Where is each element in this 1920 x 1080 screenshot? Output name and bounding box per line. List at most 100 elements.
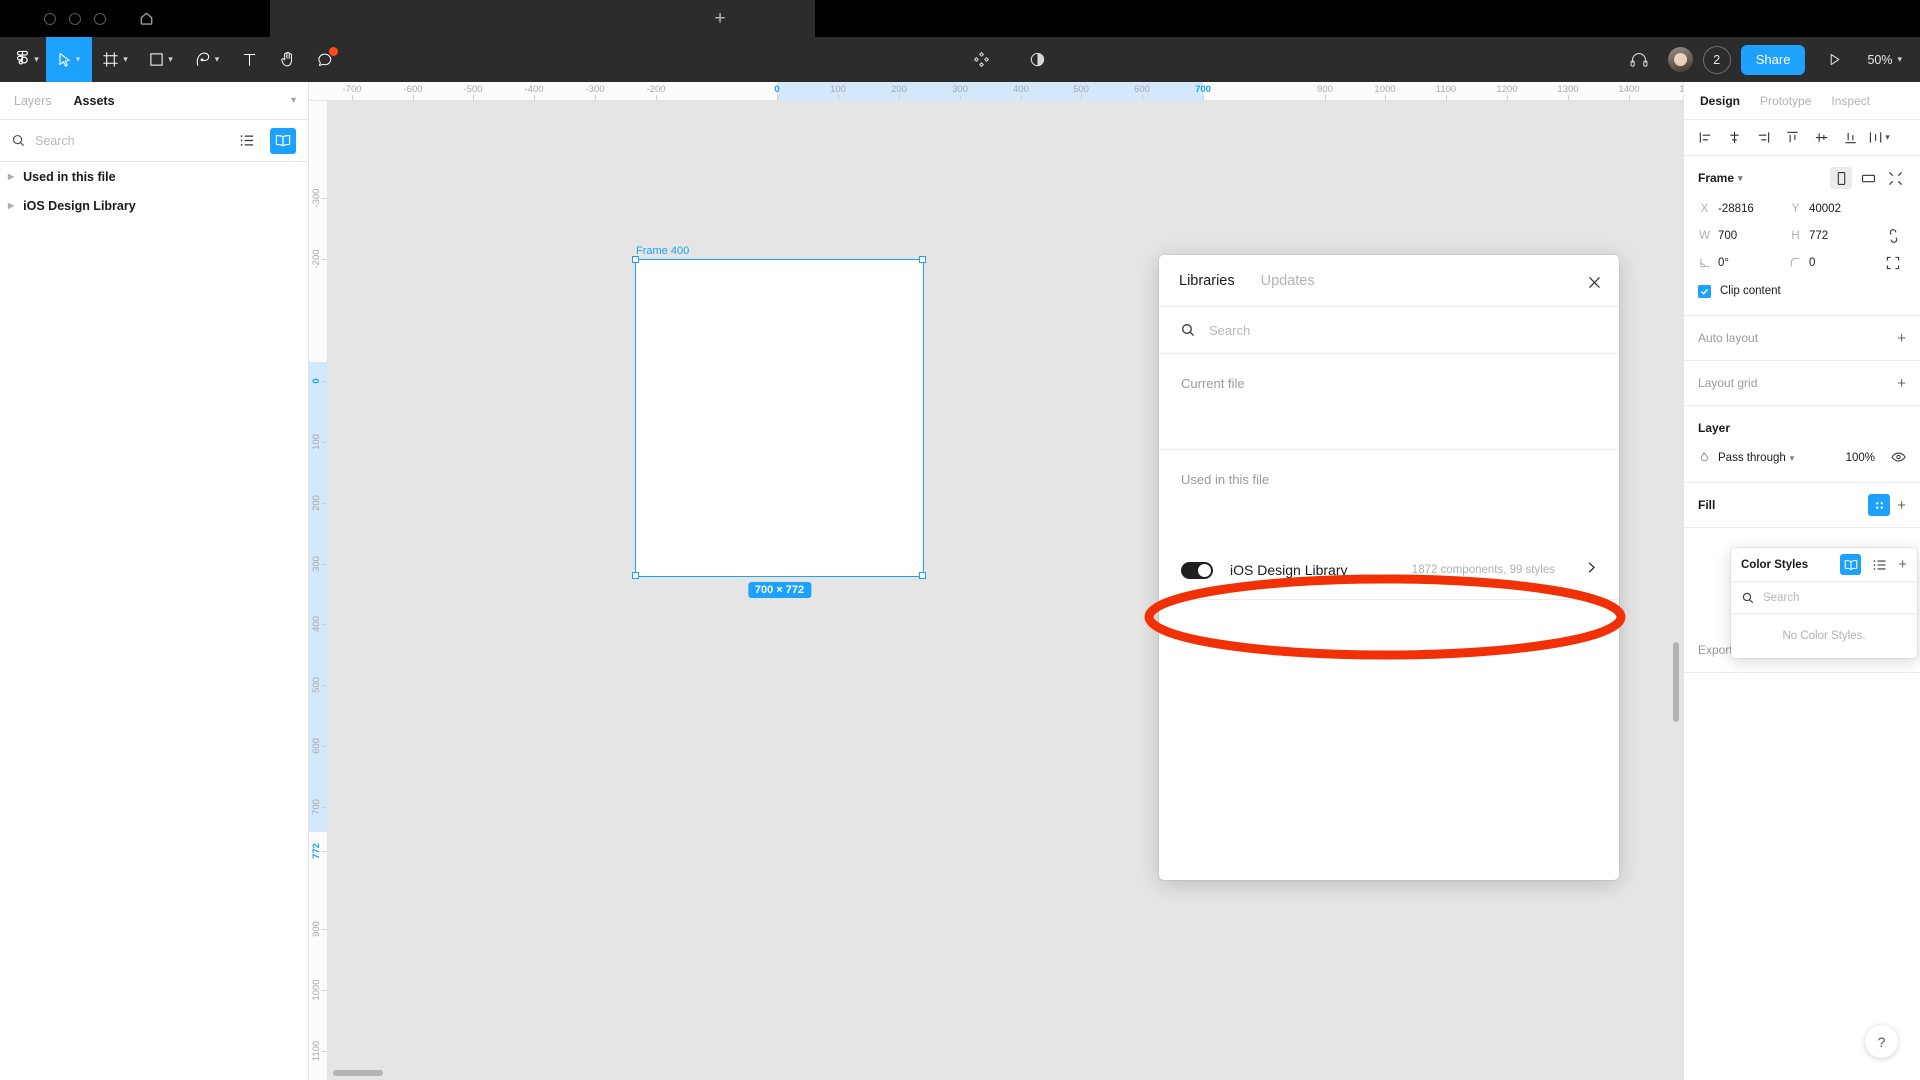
align-vertical-center-icon[interactable] <box>1808 125 1834 151</box>
new-tab-button[interactable]: + <box>700 0 740 37</box>
rotation-field[interactable]: 0° <box>1698 250 1785 275</box>
chevron-down-icon[interactable]: ▾ <box>1897 55 1902 64</box>
tab-layers[interactable]: Layers <box>14 94 52 108</box>
resize-to-fit-icon[interactable] <box>1884 167 1906 189</box>
close-window-button[interactable] <box>44 12 56 25</box>
minimize-window-button[interactable] <box>69 12 81 25</box>
list-view-icon[interactable] <box>1869 554 1890 575</box>
library-enable-toggle[interactable] <box>1181 561 1213 579</box>
frame-section-header: Frame ▾ <box>1698 166 1906 190</box>
align-left-icon[interactable] <box>1692 125 1718 151</box>
text-tool[interactable] <box>230 37 268 82</box>
share-button[interactable]: Share <box>1740 44 1806 75</box>
color-styles-search-row[interactable]: Search <box>1731 582 1917 614</box>
chevron-down-icon[interactable]: ▾ <box>215 55 220 64</box>
avatar[interactable] <box>1667 47 1693 72</box>
ruler-tick-label: 700 <box>1195 84 1211 95</box>
headphones-icon[interactable] <box>1620 37 1658 82</box>
tab-assets[interactable]: Assets <box>74 94 115 108</box>
style-grid-icon[interactable] <box>1868 494 1891 516</box>
add-auto-layout-button[interactable]: + <box>1897 331 1906 346</box>
horizontal-ruler[interactable]: -700 -600 -500 -400 -300 -200 0 100 200 300 400 500… <box>309 82 1683 101</box>
color-styles-search-input[interactable]: Search <box>1763 592 1799 604</box>
window-controls[interactable] <box>44 12 106 25</box>
tab-inspect[interactable]: Inspect <box>1831 94 1870 108</box>
hand-tool[interactable] <box>268 37 306 82</box>
asset-section-used-in-this-file[interactable]: ▶ Used in this file <box>0 162 308 191</box>
add-fill-button[interactable]: + <box>1897 498 1906 513</box>
assets-search-input[interactable]: Search <box>35 134 224 148</box>
help-button[interactable]: ? <box>1865 1025 1898 1058</box>
vertical-ruler[interactable]: -300 -200 0 100 200 300 400 500 600 700 772 900 1000… <box>309 101 328 1080</box>
eye-icon[interactable] <box>1891 451 1906 466</box>
y-field[interactable]: Y 40002 <box>1789 196 1876 221</box>
zoom-level-control[interactable]: 50% ▾ <box>1867 53 1902 67</box>
align-top-icon[interactable] <box>1779 125 1805 151</box>
libraries-search-input[interactable]: Search <box>1209 323 1250 338</box>
chevron-down-icon[interactable]: ▾ <box>123 55 128 64</box>
tab-design[interactable]: Design <box>1700 94 1740 108</box>
blend-mode-select[interactable]: Pass through ▾ <box>1718 452 1838 464</box>
vertical-scrollbar[interactable] <box>1673 642 1679 722</box>
distribute-icon[interactable]: ▾ <box>1866 125 1892 151</box>
clip-content-checkbox[interactable] <box>1698 284 1711 298</box>
tab-strip[interactable]: + <box>270 0 815 37</box>
ruler-tick-label: -200 <box>311 249 322 269</box>
components-icon[interactable] <box>962 37 1000 82</box>
portrait-orientation-icon[interactable] <box>1830 167 1852 189</box>
list-view-button[interactable] <box>234 128 260 154</box>
ruler-tick-mark <box>1446 95 1447 100</box>
horizontal-scrollbar[interactable] <box>333 1070 383 1076</box>
frame-label[interactable]: Frame 400 <box>636 245 689 257</box>
chevron-down-icon[interactable]: ▾ <box>168 55 173 64</box>
height-field[interactable]: H 772 <box>1789 223 1876 248</box>
close-icon[interactable] <box>1583 271 1605 293</box>
chevron-down-icon[interactable]: ▾ <box>34 55 39 64</box>
resize-handle-bottom-left[interactable] <box>632 572 639 579</box>
chevron-down-icon[interactable]: ▾ <box>1738 173 1743 183</box>
chevron-right-icon[interactable] <box>1586 561 1597 579</box>
add-layout-grid-button[interactable]: + <box>1897 376 1906 391</box>
tab-prototype[interactable]: Prototype <box>1760 94 1811 108</box>
play-icon[interactable] <box>1815 37 1853 82</box>
align-right-icon[interactable] <box>1750 125 1776 151</box>
tab-libraries[interactable]: Libraries <box>1179 273 1235 289</box>
frame-selection[interactable]: Frame 400 700 × 772 <box>632 245 926 598</box>
independent-corners-icon[interactable] <box>1880 250 1906 275</box>
chevron-down-icon[interactable]: ▾ <box>76 55 81 64</box>
align-bottom-icon[interactable] <box>1837 125 1863 151</box>
contrast-icon[interactable] <box>1018 37 1056 82</box>
move-tool[interactable]: ▾ <box>46 37 92 82</box>
corner-radius-field[interactable]: 0 <box>1789 250 1876 275</box>
landscape-orientation-icon[interactable] <box>1857 167 1879 189</box>
resize-handle-top-left[interactable] <box>632 256 639 263</box>
frame-tool[interactable]: ▾ <box>92 37 138 82</box>
shape-tool[interactable]: ▾ <box>138 37 184 82</box>
add-color-style-button[interactable]: + <box>1898 557 1907 572</box>
resize-handle-top-right[interactable] <box>919 256 926 263</box>
comment-tool[interactable] <box>306 37 344 82</box>
align-horizontal-center-icon[interactable] <box>1721 125 1747 151</box>
libraries-search-row[interactable]: Search <box>1159 307 1619 354</box>
grid-view-button[interactable] <box>270 127 296 154</box>
maximize-window-button[interactable] <box>94 12 106 25</box>
home-icon[interactable] <box>139 11 154 26</box>
pen-tool[interactable]: ▾ <box>184 37 230 82</box>
width-field[interactable]: W 700 <box>1698 223 1785 248</box>
collaborator-count-badge[interactable]: 2 <box>1702 45 1731 74</box>
frame-400[interactable] <box>635 259 924 577</box>
chevron-down-icon[interactable]: ▾ <box>291 95 296 106</box>
layer-opacity-value[interactable]: 100% <box>1846 452 1875 464</box>
clip-content-row[interactable]: Clip content <box>1698 277 1906 305</box>
chevron-down-icon[interactable]: ▾ <box>1885 133 1890 142</box>
resize-handle-bottom-right[interactable] <box>919 572 926 579</box>
chevron-down-icon[interactable]: ▾ <box>1790 453 1795 463</box>
constrain-proportions-icon[interactable] <box>1880 223 1906 248</box>
x-field[interactable]: X -28816 <box>1698 196 1785 221</box>
library-row-ios-design-library[interactable]: iOS Design Library 1872 components, 99 s… <box>1159 548 1619 592</box>
library-book-icon[interactable] <box>1840 554 1862 575</box>
layer-section-title: Layer <box>1698 421 1731 435</box>
asset-section-ios-design-library[interactable]: ▶ iOS Design Library <box>0 191 308 220</box>
figma-logo-icon[interactable]: ▾ <box>0 37 46 82</box>
tab-updates[interactable]: Updates <box>1261 273 1315 289</box>
